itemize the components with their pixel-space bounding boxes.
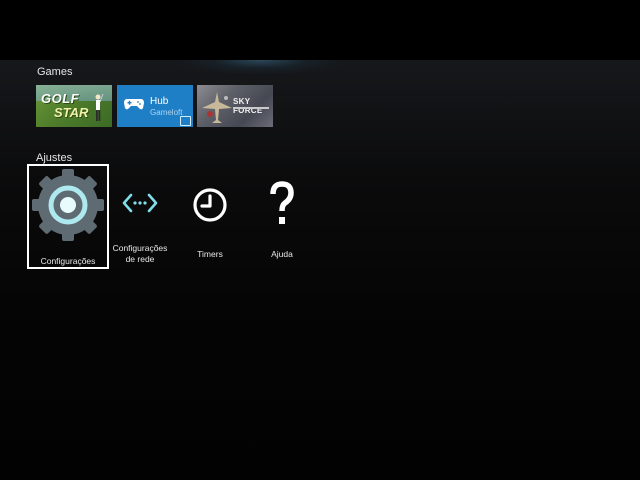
settings-section-title: Ajustes: [36, 152, 73, 164]
sky-force-title: SKY FORCE: [233, 97, 263, 115]
settings-item-label-line2: de rede: [125, 254, 155, 264]
settings-item-ajuda[interactable]: Ajuda: [254, 175, 310, 265]
golf-star-tile[interactable]: GOLF STAR: [36, 85, 112, 127]
settings-item-label: Timers: [197, 249, 223, 259]
hub-badge: [180, 116, 191, 126]
golf-star-title-line1: GOLF: [41, 91, 80, 106]
gamepad-icon: [124, 99, 144, 110]
settings-item-network[interactable]: Configurações de rede: [110, 175, 170, 270]
games-section-title: Games: [37, 66, 73, 78]
hub-subtitle: Gameloft: [150, 108, 183, 117]
settings-item-timers[interactable]: Timers: [182, 175, 238, 265]
gear-icon: [32, 169, 104, 241]
settings-item-label-line1: Configurações: [112, 243, 168, 253]
golf-star-title-line2: STAR: [54, 105, 89, 120]
sky-force-tile[interactable]: SKY FORCE: [197, 85, 273, 127]
question-icon: [270, 181, 294, 224]
header-glow: [180, 60, 340, 74]
plane-icon: [202, 92, 232, 123]
network-arrows-icon: [122, 193, 158, 213]
settings-item-label: Ajuda: [271, 249, 293, 259]
sky-force-underline: [233, 107, 269, 109]
hub-title: Hub: [150, 96, 169, 107]
settings-item-configuracoes[interactable]: Configurações: [29, 166, 107, 267]
golfer-icon: [95, 93, 104, 121]
clock-icon: [193, 188, 227, 222]
hub-tile[interactable]: Hub Gameloft: [117, 85, 193, 127]
settings-item-label: Configurações: [40, 256, 96, 266]
top-blank-area: [0, 0, 640, 60]
